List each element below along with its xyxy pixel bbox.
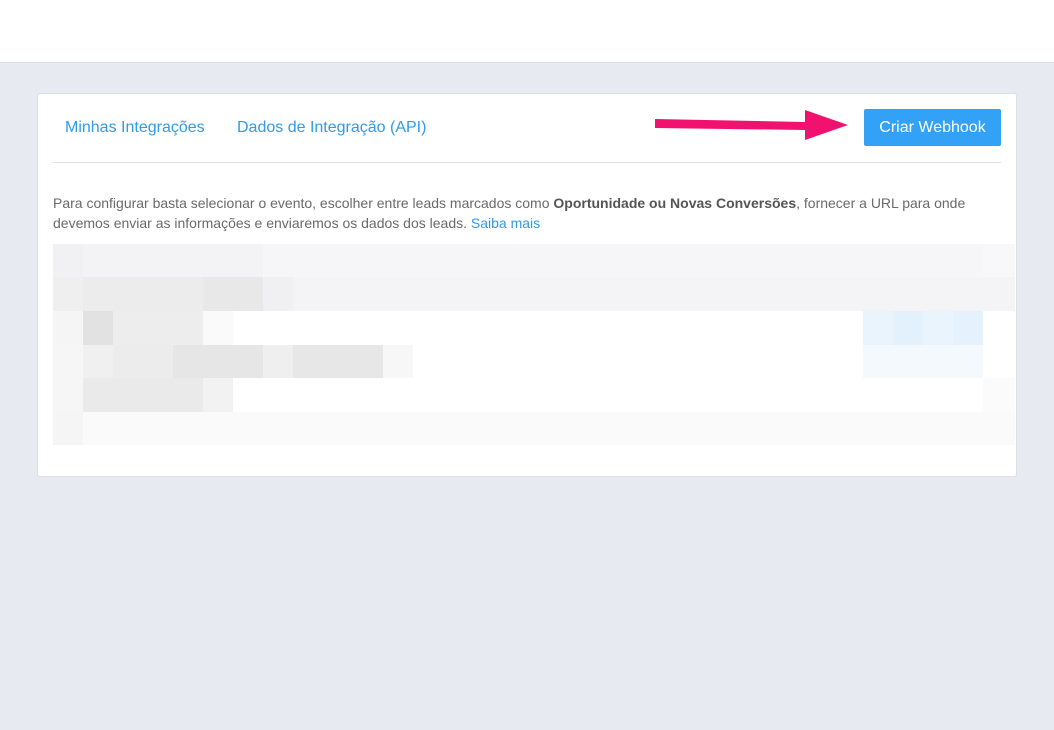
blurred-cell	[113, 311, 203, 345]
tab-minhas-integracoes[interactable]: Minhas Integrações	[65, 119, 205, 137]
table-row	[53, 412, 1015, 445]
table-row	[53, 345, 1015, 378]
blurred-cell	[113, 345, 173, 378]
blurred-cell	[173, 345, 263, 378]
description-bold-text: Oportunidade ou Novas Conversões	[553, 195, 797, 211]
blurred-cell	[203, 277, 263, 311]
blurred-cell	[53, 412, 83, 445]
blurred-cell	[83, 378, 203, 412]
blurred-cell	[263, 345, 293, 378]
blurred-cell	[83, 345, 113, 378]
table-row	[53, 277, 1015, 311]
table-row	[53, 244, 1015, 277]
blurred-cell	[53, 311, 83, 345]
blurred-cell	[203, 311, 233, 345]
description-text-1: Para configurar basta selecionar o event…	[53, 195, 554, 211]
blurred-cell	[83, 277, 203, 311]
saiba-mais-link[interactable]: Saiba mais	[471, 215, 540, 231]
webhook-description: Para configurar basta selecionar o event…	[53, 193, 1008, 233]
blurred-cell	[53, 277, 83, 311]
blurred-cell	[983, 244, 1015, 277]
criar-webhook-button[interactable]: Criar Webhook	[864, 109, 1001, 146]
blurred-cell	[863, 345, 983, 378]
blurred-cell	[893, 311, 923, 345]
blurred-cell	[83, 244, 263, 277]
blurred-cell	[203, 378, 233, 412]
blurred-cell	[53, 244, 83, 277]
blurred-cell	[263, 277, 293, 311]
blurred-webhook-table	[53, 244, 1015, 445]
blurred-cell	[953, 311, 983, 345]
blurred-cell	[83, 311, 113, 345]
blurred-cell	[983, 378, 1015, 412]
blurred-cell	[293, 345, 383, 378]
tab-dados-integracao-api[interactable]: Dados de Integração (API)	[237, 119, 426, 137]
integrations-card: Minhas Integrações Dados de Integração (…	[37, 93, 1017, 477]
blurred-cell	[383, 345, 413, 378]
tabs-divider	[53, 162, 1001, 163]
blurred-cell	[53, 378, 83, 412]
blurred-cell	[53, 345, 83, 378]
table-row	[53, 378, 1015, 412]
top-header-bar	[0, 0, 1054, 63]
arrow-right-icon	[655, 110, 848, 140]
table-row	[53, 311, 1015, 345]
